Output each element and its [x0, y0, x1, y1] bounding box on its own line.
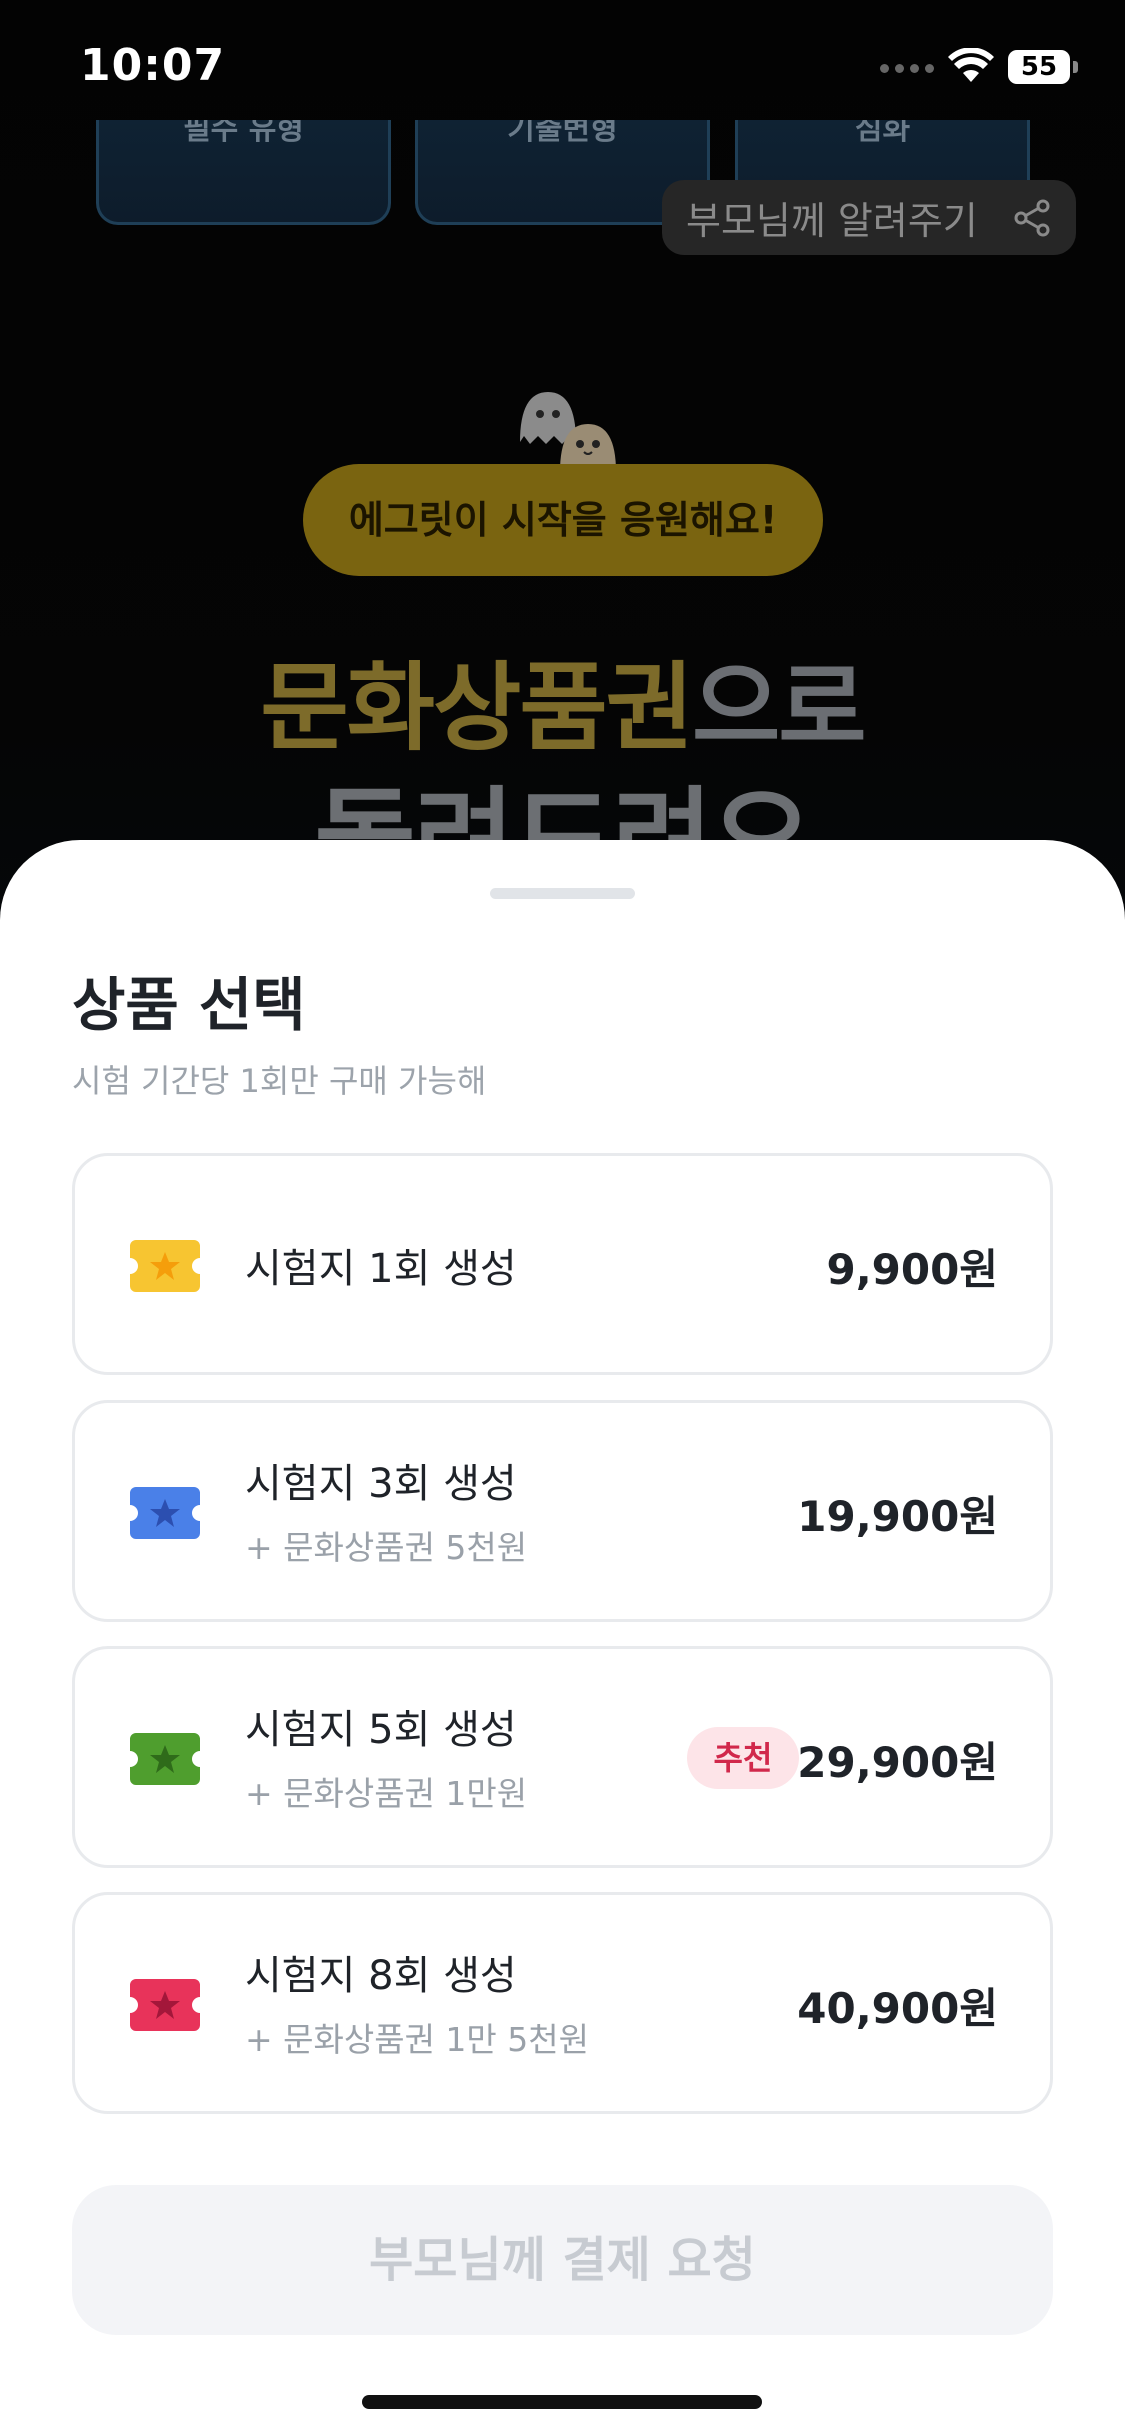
product-option-3[interactable]: 시험지 3회 생성 + 문화상품권 5천원 19,900원 — [72, 1400, 1053, 1622]
sheet-subtitle: 시험 기간당 1회만 구매 가능해 — [72, 1062, 487, 1100]
sheet-grabber[interactable] — [490, 888, 635, 899]
home-indicator[interactable] — [362, 2395, 762, 2409]
ghost-mascot-icon — [520, 392, 616, 474]
promo-headline: 문화상품권으로 — [0, 630, 1125, 769]
product-price: 29,900원 — [797, 1738, 998, 1787]
chip-label: 심화 — [854, 120, 911, 147]
share-icon — [1014, 199, 1050, 237]
request-payment-button[interactable]: 부모님께 결제 요청 — [72, 2185, 1053, 2335]
cellular-signal-icon — [880, 64, 934, 73]
headline-highlight: 문화상품권 — [260, 652, 694, 764]
product-bonus: + 문화상품권 1만 5천원 — [245, 2020, 589, 2059]
product-option-8[interactable]: 시험지 8회 생성 + 문화상품권 1만 5천원 40,900원 — [72, 1892, 1053, 2114]
battery-indicator: 55 — [1008, 50, 1070, 84]
blue-ticket-icon — [130, 1487, 200, 1539]
yellow-ticket-icon — [130, 1240, 200, 1292]
product-title: 시험지 8회 생성 — [245, 1953, 517, 1999]
cheer-banner: 에그릿이 시작을 응원해요! — [303, 464, 823, 576]
product-option-1[interactable]: 시험지 1회 생성 9,900원 — [72, 1153, 1053, 1375]
chip-label: 기출변형 — [507, 120, 618, 147]
product-title: 시험지 5회 생성 — [245, 1707, 517, 1753]
product-title: 시험지 1회 생성 — [245, 1246, 517, 1292]
screen: 10:07 55 필수 유형 기출변형 심화 부모님께 알려주기 에그릿이 시작… — [0, 0, 1125, 2436]
product-select-sheet: 상품 선택 시험 기간당 1회만 구매 가능해 시험지 1회 생성 9,900원… — [0, 840, 1125, 2436]
red-ticket-icon — [130, 1979, 200, 2031]
share-with-parents-button[interactable]: 부모님께 알려주기 — [662, 180, 1076, 255]
product-title: 시험지 3회 생성 — [245, 1461, 517, 1507]
product-price: 9,900원 — [826, 1245, 999, 1294]
battery-nub — [1073, 61, 1078, 73]
recommended-badge: 추천 — [687, 1727, 799, 1789]
product-bonus: + 문화상품권 1만원 — [245, 1774, 528, 1813]
product-option-5[interactable]: 시험지 5회 생성 + 문화상품권 1만원 추천 29,900원 — [72, 1646, 1053, 1868]
chip-essential-type[interactable]: 필수 유형 — [96, 120, 391, 225]
product-bonus: + 문화상품권 5천원 — [245, 1528, 528, 1567]
share-label: 부모님께 알려주기 — [686, 199, 978, 243]
headline-suffix: 으로 — [691, 652, 867, 764]
status-time: 10:07 — [80, 40, 226, 91]
status-bar: 10:07 55 — [0, 0, 1125, 130]
product-price: 40,900원 — [797, 1984, 998, 2033]
chip-label: 필수 유형 — [183, 120, 304, 147]
green-ticket-icon — [130, 1733, 200, 1785]
sheet-title: 상품 선택 — [72, 971, 306, 1039]
product-price: 19,900원 — [797, 1492, 998, 1541]
wifi-icon — [948, 48, 994, 82]
